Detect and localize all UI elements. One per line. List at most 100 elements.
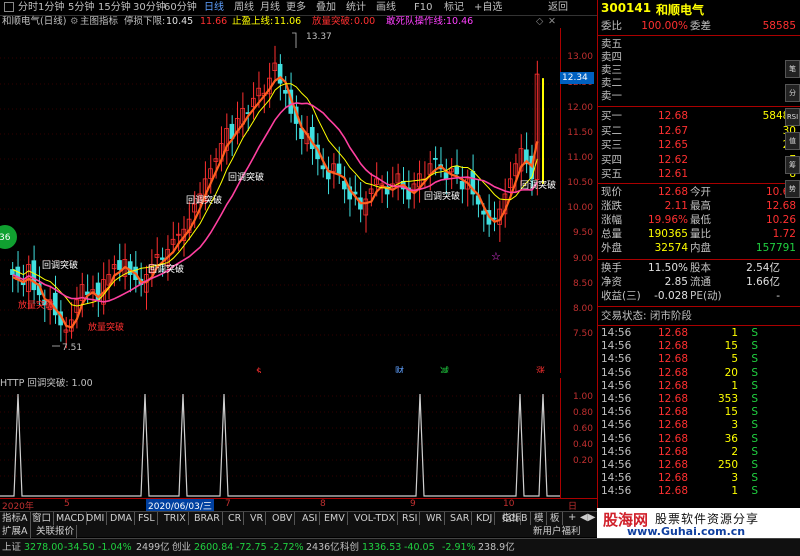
- toolbar-item[interactable]: 标记: [444, 1, 464, 15]
- tick-side: S: [751, 445, 758, 458]
- toolbar-item[interactable]: 日线: [204, 1, 224, 15]
- sub-tick: 0.40: [572, 440, 593, 450]
- stop-lower-value: 10.45: [166, 16, 194, 27]
- pullback-signal-line: [0, 393, 560, 497]
- buy-row: 买一 12.68 58486: [598, 110, 800, 123]
- tab-related-quote[interactable]: 关联报价: [34, 525, 78, 538]
- tab-板[interactable]: 板: [548, 512, 563, 525]
- tick-row: 14:56 12.68 250 S: [598, 459, 800, 472]
- tab-指标a[interactable]: 指标A: [0, 512, 31, 525]
- tab-new-user[interactable]: 新用户福利: [531, 525, 583, 538]
- tab-brar[interactable]: BRAR: [192, 512, 223, 525]
- stat2-value-2: -: [776, 290, 780, 302]
- tab-trix[interactable]: TRIX: [162, 512, 189, 525]
- tick-side: S: [751, 340, 758, 353]
- chevron-down-icon[interactable]: ◇: [536, 16, 543, 28]
- toolbar-item[interactable]: 统计: [346, 1, 366, 15]
- kc-label[interactable]: 科创: [340, 539, 359, 556]
- indicator-label[interactable]: 主图指标: [80, 16, 118, 28]
- toolbar-item[interactable]: 返回: [548, 1, 568, 15]
- side-button-6[interactable]: 势: [785, 180, 800, 198]
- tab-指标b[interactable]: 指标B: [500, 512, 531, 525]
- toolbar-item[interactable]: 画线: [376, 1, 396, 15]
- tab-sar[interactable]: SAR: [448, 512, 473, 525]
- stat2-label: 净资: [601, 276, 622, 288]
- toolbar-item[interactable]: 5分钟: [68, 1, 94, 15]
- toolbar-item[interactable]: F10: [414, 1, 432, 15]
- toolbar-item[interactable]: 1分钟: [38, 1, 64, 15]
- indicator-tabs: 指标A 窗口 MACD DMI DMA FSL TRIX BRAR CR VR OBV ASI EMV V…: [0, 511, 597, 525]
- tab-rsi[interactable]: RSI: [400, 512, 421, 525]
- scroll-arrows-icon[interactable]: ◀▶: [580, 512, 595, 523]
- tab-dmi[interactable]: DMI: [84, 512, 108, 525]
- toolbar-item[interactable]: +自选: [474, 1, 502, 15]
- tab-vol-tdx[interactable]: VOL-TDX: [352, 512, 399, 525]
- marker-3: 减: [440, 365, 449, 373]
- tab-窗口[interactable]: 窗口: [30, 512, 55, 525]
- sub-tick: 1.00: [572, 392, 593, 402]
- toolbar-item[interactable]: 更多: [286, 1, 306, 15]
- tab-extension-a[interactable]: 扩展A: [0, 525, 31, 538]
- sell-label: 卖四: [601, 51, 622, 63]
- toolbar-item[interactable]: 月线: [260, 1, 280, 15]
- stat2-value: 11.50%: [647, 262, 688, 274]
- cy-percent: -2.72%: [270, 542, 304, 553]
- stat2-value-2: 1.66亿: [746, 276, 780, 288]
- stat-value-2: 10.26: [765, 214, 796, 226]
- window-icon[interactable]: [4, 2, 14, 12]
- side-button-2[interactable]: 分: [785, 84, 800, 102]
- side-button-5[interactable]: 筹: [785, 156, 800, 174]
- stop-lower-label: 停损下限:: [124, 16, 166, 27]
- tab-vr[interactable]: VR: [248, 512, 267, 525]
- stat-row: 涨跌 2.11 最高 12.68: [598, 200, 800, 213]
- date-label: 10: [503, 499, 515, 509]
- tick-price: 12.68: [657, 379, 688, 392]
- buy-row: 买四12.627: [598, 154, 800, 167]
- stock-code: 300141: [601, 1, 652, 15]
- toolbar-item[interactable]: 周线: [234, 1, 254, 15]
- tab-kdj[interactable]: KDJ: [474, 512, 496, 525]
- tab-cr[interactable]: CR: [226, 512, 245, 525]
- close-icon[interactable]: ✕: [548, 16, 556, 28]
- tab-emv[interactable]: EMV: [322, 512, 348, 525]
- tab-obv[interactable]: OBV: [270, 512, 296, 525]
- weibi-value: 100.00%: [641, 20, 688, 32]
- sh-label[interactable]: 上证: [2, 539, 21, 556]
- side-button-1[interactable]: 笔: [785, 60, 800, 78]
- tab-wr[interactable]: WR: [424, 512, 445, 525]
- tick-volume: 36: [724, 432, 738, 445]
- tick-row: 14:56 12.68 1 S: [598, 380, 800, 393]
- tab-dma[interactable]: DMA: [108, 512, 136, 525]
- price-tick: 13.00: [567, 52, 593, 62]
- toolbar-item[interactable]: 30分钟: [133, 1, 166, 15]
- side-button-3[interactable]: RSI: [785, 108, 800, 126]
- stat-row: 现价 12.68 今开 10.67: [598, 186, 800, 199]
- tick-time: 14:56: [601, 340, 632, 353]
- stat-value: 2.11: [664, 200, 688, 212]
- tick-time: 14:56: [601, 459, 632, 471]
- value-2: 11.66: [200, 16, 228, 27]
- date-label: 8: [320, 499, 326, 509]
- tick-price: 12.68: [657, 459, 688, 471]
- tab-模[interactable]: 模: [532, 512, 547, 525]
- toolbar-item[interactable]: 15分钟: [98, 1, 131, 15]
- tab-fsl[interactable]: FSL: [136, 512, 158, 525]
- toolbar-item[interactable]: 叠加: [316, 1, 336, 15]
- sub-indicator-chart[interactable]: [0, 390, 560, 498]
- cy-label[interactable]: 创业: [172, 539, 191, 556]
- side-button-4[interactable]: 值: [785, 132, 800, 150]
- tick-price: 12.68: [657, 366, 688, 379]
- breakout-label: 放量突破:: [312, 16, 354, 27]
- more-tabs-icon[interactable]: +: [568, 512, 576, 523]
- tab-asi[interactable]: ASI: [300, 512, 321, 525]
- candle: [154, 237, 160, 268]
- tick-volume: 15: [724, 406, 738, 419]
- toolbar-item[interactable]: 60分钟: [164, 1, 197, 15]
- toolbar-item[interactable]: 分时: [18, 1, 38, 15]
- gear-icon[interactable]: ⚙: [70, 16, 79, 28]
- tick-side: S: [751, 472, 758, 485]
- tab-macd[interactable]: MACD: [54, 512, 88, 525]
- kline-chart[interactable]: 13.377.51回调突破回调突破回调突破回调突破回调突破回调突破放量突破放量突…: [0, 28, 560, 373]
- stat2-row: 收益(三) -0.028 PE(动) -: [598, 290, 800, 303]
- limitup-value: 10.46: [446, 16, 474, 27]
